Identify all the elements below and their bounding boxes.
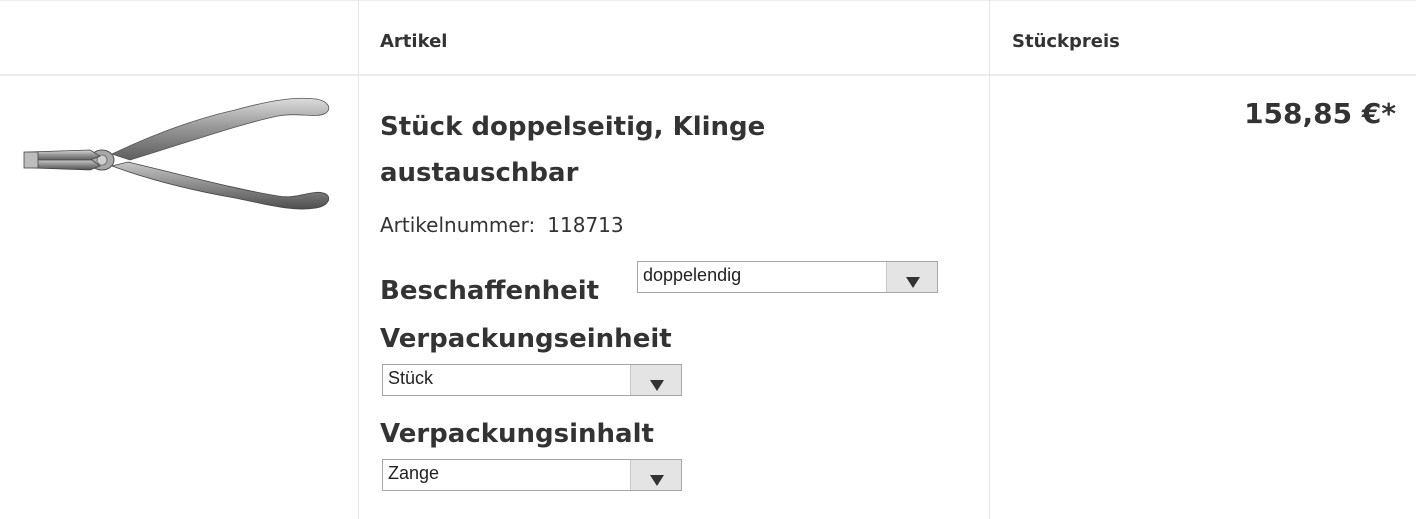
verpackungseinheit-selected-value: Stück (388, 368, 434, 388)
product-title-line1: Stück doppelseitig, Klinge (380, 112, 766, 142)
unit-price: 158,85 €* (1244, 97, 1396, 130)
beschaffenheit-select[interactable]: doppelendig (637, 261, 938, 293)
verpackungseinheit-select[interactable]: Stück (382, 364, 682, 396)
table-top-border (0, 0, 1416, 1)
verpackungseinheit-dropdown-button[interactable] (630, 365, 681, 395)
verpackungsinhalt-select[interactable]: Zange (382, 459, 682, 491)
header-article: Artikel (380, 31, 448, 52)
beschaffenheit-dropdown-button[interactable] (886, 262, 937, 292)
attribute-label-verpackungseinheit: Verpackungseinheit (380, 324, 672, 354)
chevron-down-icon (650, 475, 664, 486)
column-divider-1 (358, 0, 359, 519)
cart-table: Artikel Stückpreis Stück doppelseitig, K… (0, 0, 1416, 519)
verpackungsinhalt-dropdown-button[interactable] (630, 460, 681, 490)
attribute-label-beschaffenheit: Beschaffenheit (380, 276, 600, 306)
product-title-line2: austauschbar (380, 158, 579, 188)
article-number-value: 118713 (547, 213, 624, 237)
pliers-image[interactable] (20, 94, 338, 226)
article-number-label: Artikelnummer: (380, 213, 536, 237)
chevron-down-icon (650, 380, 664, 391)
column-divider-2 (989, 0, 990, 519)
beschaffenheit-selected-value: doppelendig (643, 265, 742, 285)
product-title[interactable]: Stück doppelseitig, Klinge austauschbar (380, 104, 940, 196)
header-unit-price: Stückpreis (1012, 31, 1120, 52)
header-divider (0, 74, 1416, 76)
verpackungsinhalt-selected-value: Zange (388, 463, 440, 483)
chevron-down-icon (906, 277, 920, 288)
attribute-label-verpackungsinhalt: Verpackungsinhalt (380, 419, 654, 449)
article-number: Artikelnummer: 118713 (380, 213, 624, 237)
